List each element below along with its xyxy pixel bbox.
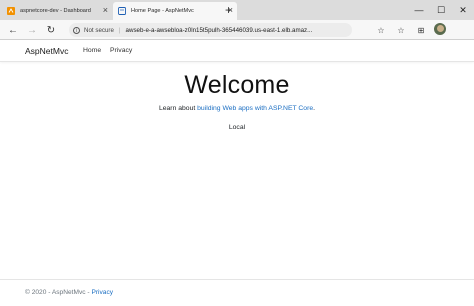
address-bar[interactable]: i Not secure | awseb-e-a-awsebloa-z0ln15… xyxy=(69,23,352,37)
collections-icon[interactable]: ⊞ xyxy=(414,23,428,37)
browser-toolbar: ← → ↻ i Not secure | awseb-e-a-awsebloa-… xyxy=(0,20,474,40)
security-label: Not secure xyxy=(84,26,114,34)
close-tab-icon[interactable]: × xyxy=(103,5,108,15)
back-button[interactable]: ← xyxy=(6,23,20,37)
tab-aspnetcore-dev-dashboard[interactable]: aspnetcore-dev - Dashboard × xyxy=(2,2,112,20)
learn-about-text: Learn about building Web apps with ASP.N… xyxy=(0,105,474,112)
new-tab-button[interactable]: + xyxy=(225,2,232,18)
browser-tab-strip: aspnetcore-dev - Dashboard × Home Page -… xyxy=(0,0,474,20)
copyright-text: © 2020 - AspNetMvc - xyxy=(25,289,92,296)
site-footer: © 2020 - AspNetMvc - Privacy xyxy=(0,279,474,306)
nav-home-link[interactable]: Home xyxy=(83,47,101,54)
url-text[interactable]: awseb-e-a-awsebloa-z0ln15t5pulh-36544603… xyxy=(126,27,313,34)
close-window-button[interactable]: ✕ xyxy=(452,0,474,20)
page-favicon-icon xyxy=(118,7,126,15)
nav-privacy-link[interactable]: Privacy xyxy=(110,47,132,54)
favorite-star-icon[interactable]: ☆ xyxy=(374,23,388,37)
site-brand-link[interactable]: AspNetMvc xyxy=(25,46,68,56)
info-icon[interactable]: i xyxy=(73,26,80,34)
refresh-button[interactable]: ↻ xyxy=(44,23,58,37)
profile-avatar[interactable] xyxy=(434,23,446,35)
address-separator: | xyxy=(118,26,121,34)
learn-suffix: . xyxy=(313,105,316,112)
window-controls: — ☐ ✕ xyxy=(408,0,474,20)
footer-text: © 2020 - AspNetMvc - Privacy xyxy=(25,289,113,296)
footer-privacy-link[interactable]: Privacy xyxy=(91,289,113,296)
minimize-button[interactable]: — xyxy=(408,0,430,20)
site-navbar: AspNetMvc Home Privacy xyxy=(0,40,474,62)
tab-title: aspnetcore-dev - Dashboard xyxy=(20,8,91,14)
page-title: Welcome xyxy=(184,71,290,99)
tab-home-page-aspnetmvc[interactable]: Home Page - AspNetMvc × xyxy=(113,2,237,20)
learn-prefix: Learn about xyxy=(158,105,198,112)
aspnet-docs-link[interactable]: building Web apps with ASP.NET Core xyxy=(197,105,313,112)
favorites-icon[interactable]: ☆ xyxy=(394,23,408,37)
environment-label: Local xyxy=(228,124,246,131)
tab-title: Home Page - AspNetMvc xyxy=(131,8,194,14)
aws-favicon-icon xyxy=(7,7,15,15)
maximize-button[interactable]: ☐ xyxy=(430,0,452,20)
forward-button[interactable]: → xyxy=(25,23,39,37)
